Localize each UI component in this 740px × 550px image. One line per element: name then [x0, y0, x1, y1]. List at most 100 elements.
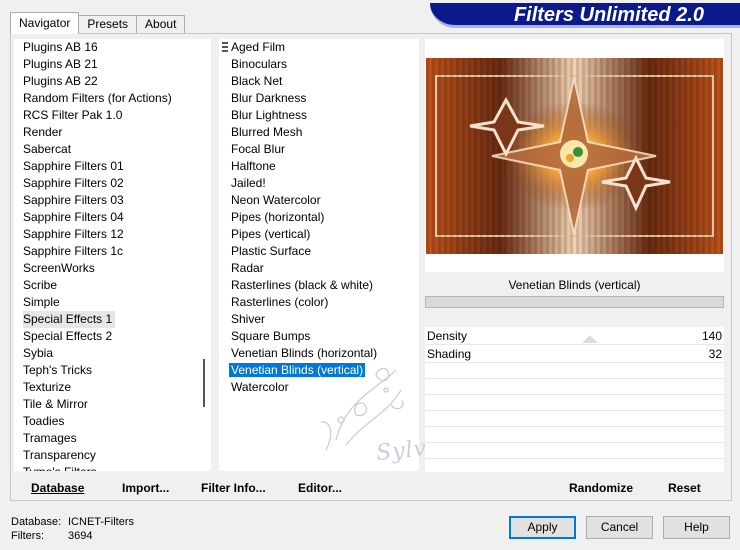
filter-item[interactable]: Shiver [219, 311, 419, 328]
category-item[interactable]: Render [14, 124, 211, 141]
category-item[interactable]: Scribe [14, 277, 211, 294]
category-item[interactable]: Simple [14, 294, 211, 311]
filter-item[interactable]: Blur Darkness [219, 90, 419, 107]
randomize-button[interactable]: Randomize [569, 478, 633, 498]
category-item[interactable]: Sapphire Filters 1c [14, 243, 211, 260]
category-item[interactable]: RCS Filter Pak 1.0 [14, 107, 211, 124]
help-button[interactable]: Help [663, 516, 730, 539]
category-item[interactable]: Special Effects 1 [14, 311, 211, 328]
filter-label: Aged Film [231, 40, 286, 54]
filter-item[interactable]: Pipes (horizontal) [219, 209, 419, 226]
category-item[interactable]: Plugins AB 16 [14, 39, 211, 56]
tab-presets[interactable]: Presets [78, 15, 138, 34]
filter-item[interactable]: Focal Blur [219, 141, 419, 158]
filter-label: Halftone [231, 159, 276, 173]
filter-control-bar [425, 296, 724, 308]
category-item[interactable]: Toadies [14, 413, 211, 430]
filter-item[interactable]: Pipes (vertical) [219, 226, 419, 243]
reset-button[interactable]: Reset [668, 478, 701, 498]
editor-button[interactable]: Editor... [298, 478, 342, 498]
tab-navigator[interactable]: Navigator [10, 12, 80, 34]
param-density[interactable]: Density 140 [425, 327, 724, 345]
category-label: Sapphire Filters 04 [23, 210, 124, 224]
filter-item[interactable]: Black Net [219, 73, 419, 90]
category-item[interactable]: Tramages [14, 430, 211, 447]
filter-item[interactable]: Aged Film [219, 39, 419, 56]
category-item[interactable]: Tile & Mirror [14, 396, 211, 413]
action-bar: Database Import... Filter Info... Editor… [14, 478, 419, 498]
param-row-empty [425, 363, 724, 379]
filter-item[interactable]: Blur Lightness [219, 107, 419, 124]
category-item[interactable]: Teph's Tricks [14, 362, 211, 379]
filter-item[interactable]: Jailed! [219, 175, 419, 192]
filter-label: Watercolor [231, 380, 289, 394]
filter-item[interactable]: Blurred Mesh [219, 124, 419, 141]
filter-item[interactable]: Rasterlines (black & white) [219, 277, 419, 294]
category-item[interactable]: Sapphire Filters 02 [14, 175, 211, 192]
filter-item[interactable]: Halftone [219, 158, 419, 175]
category-label: Sabercat [23, 142, 72, 156]
category-item[interactable]: Sapphire Filters 04 [14, 209, 211, 226]
filter-label: Radar [231, 261, 264, 275]
filter-item[interactable]: Plastic Surface [219, 243, 419, 260]
tab-strip: Navigator Presets About [10, 12, 186, 34]
category-label: Tile & Mirror [23, 397, 88, 411]
import-button[interactable]: Import... [122, 478, 169, 498]
filter-item[interactable]: Square Bumps [219, 328, 419, 345]
category-item[interactable]: Tymo's Filters [14, 464, 211, 471]
filters-count: 3694 [68, 530, 93, 542]
category-label: Plugins AB 22 [23, 74, 98, 88]
filter-label: Blurred Mesh [231, 125, 303, 139]
apply-button[interactable]: Apply [509, 516, 576, 539]
param-row-empty [425, 427, 724, 443]
category-item[interactable]: Sabercat [14, 141, 211, 158]
filter-label: Pipes (vertical) [231, 227, 311, 241]
category-item[interactable]: Sapphire Filters 01 [14, 158, 211, 175]
category-item[interactable]: Sapphire Filters 03 [14, 192, 211, 209]
category-item[interactable]: Random Filters (for Actions) [14, 90, 211, 107]
tab-about[interactable]: About [136, 15, 186, 34]
category-item[interactable]: Special Effects 2 [14, 328, 211, 345]
category-label: Render [23, 125, 63, 139]
category-label: Special Effects 1 [23, 311, 116, 328]
filter-item[interactable]: Radar [219, 260, 419, 277]
category-item[interactable]: Plugins AB 22 [14, 73, 211, 90]
current-filter-name: Venetian Blinds (vertical) [425, 274, 724, 296]
category-label: Sybia [23, 346, 54, 360]
category-label: Tymo's Filters [23, 465, 97, 471]
category-label: Sapphire Filters 1c [23, 244, 124, 258]
filter-item[interactable]: Neon Watercolor [219, 192, 419, 209]
database-value: ICNET-Filters [68, 516, 134, 528]
category-item[interactable]: Plugins AB 21 [14, 56, 211, 73]
category-item[interactable]: Transparency [14, 447, 211, 464]
database-button[interactable]: Database [31, 478, 84, 498]
parameters-panel[interactable]: Density 140 Shading 32 [425, 327, 724, 472]
category-item[interactable]: Sybia [14, 345, 211, 362]
scrollbar-thumb[interactable] [203, 359, 205, 407]
filter-item[interactable]: Binoculars [219, 56, 419, 73]
category-label: Sapphire Filters 12 [23, 227, 124, 241]
category-label: Teph's Tricks [23, 363, 92, 377]
category-label: Sapphire Filters 03 [23, 193, 124, 207]
category-scrollbar[interactable] [200, 39, 211, 471]
filter-label: Blur Lightness [231, 108, 308, 122]
database-label: Database: [11, 516, 62, 528]
category-label: Scribe [23, 278, 58, 292]
filter-item[interactable]: Rasterlines (color) [219, 294, 419, 311]
category-label: Plugins AB 21 [23, 57, 98, 71]
filter-info-button[interactable]: Filter Info... [201, 478, 266, 498]
grip-icon [222, 42, 228, 52]
category-label: ScreenWorks [23, 261, 95, 275]
category-item[interactable]: ScreenWorks [14, 260, 211, 277]
preview-image [426, 58, 723, 254]
category-list[interactable]: Plugins AB 16 Plugins AB 21 Plugins AB 22 R… [14, 39, 211, 471]
category-label: Simple [23, 295, 60, 309]
filter-label: Neon Watercolor [231, 193, 321, 207]
param-row-empty [425, 379, 724, 395]
param-shading[interactable]: Shading 32 [425, 345, 724, 363]
category-item[interactable]: Sapphire Filters 12 [14, 226, 211, 243]
category-item[interactable]: Texturize [14, 379, 211, 396]
param-row-empty [425, 443, 724, 459]
category-label: Tramages [23, 431, 77, 445]
cancel-button[interactable]: Cancel [586, 516, 653, 539]
